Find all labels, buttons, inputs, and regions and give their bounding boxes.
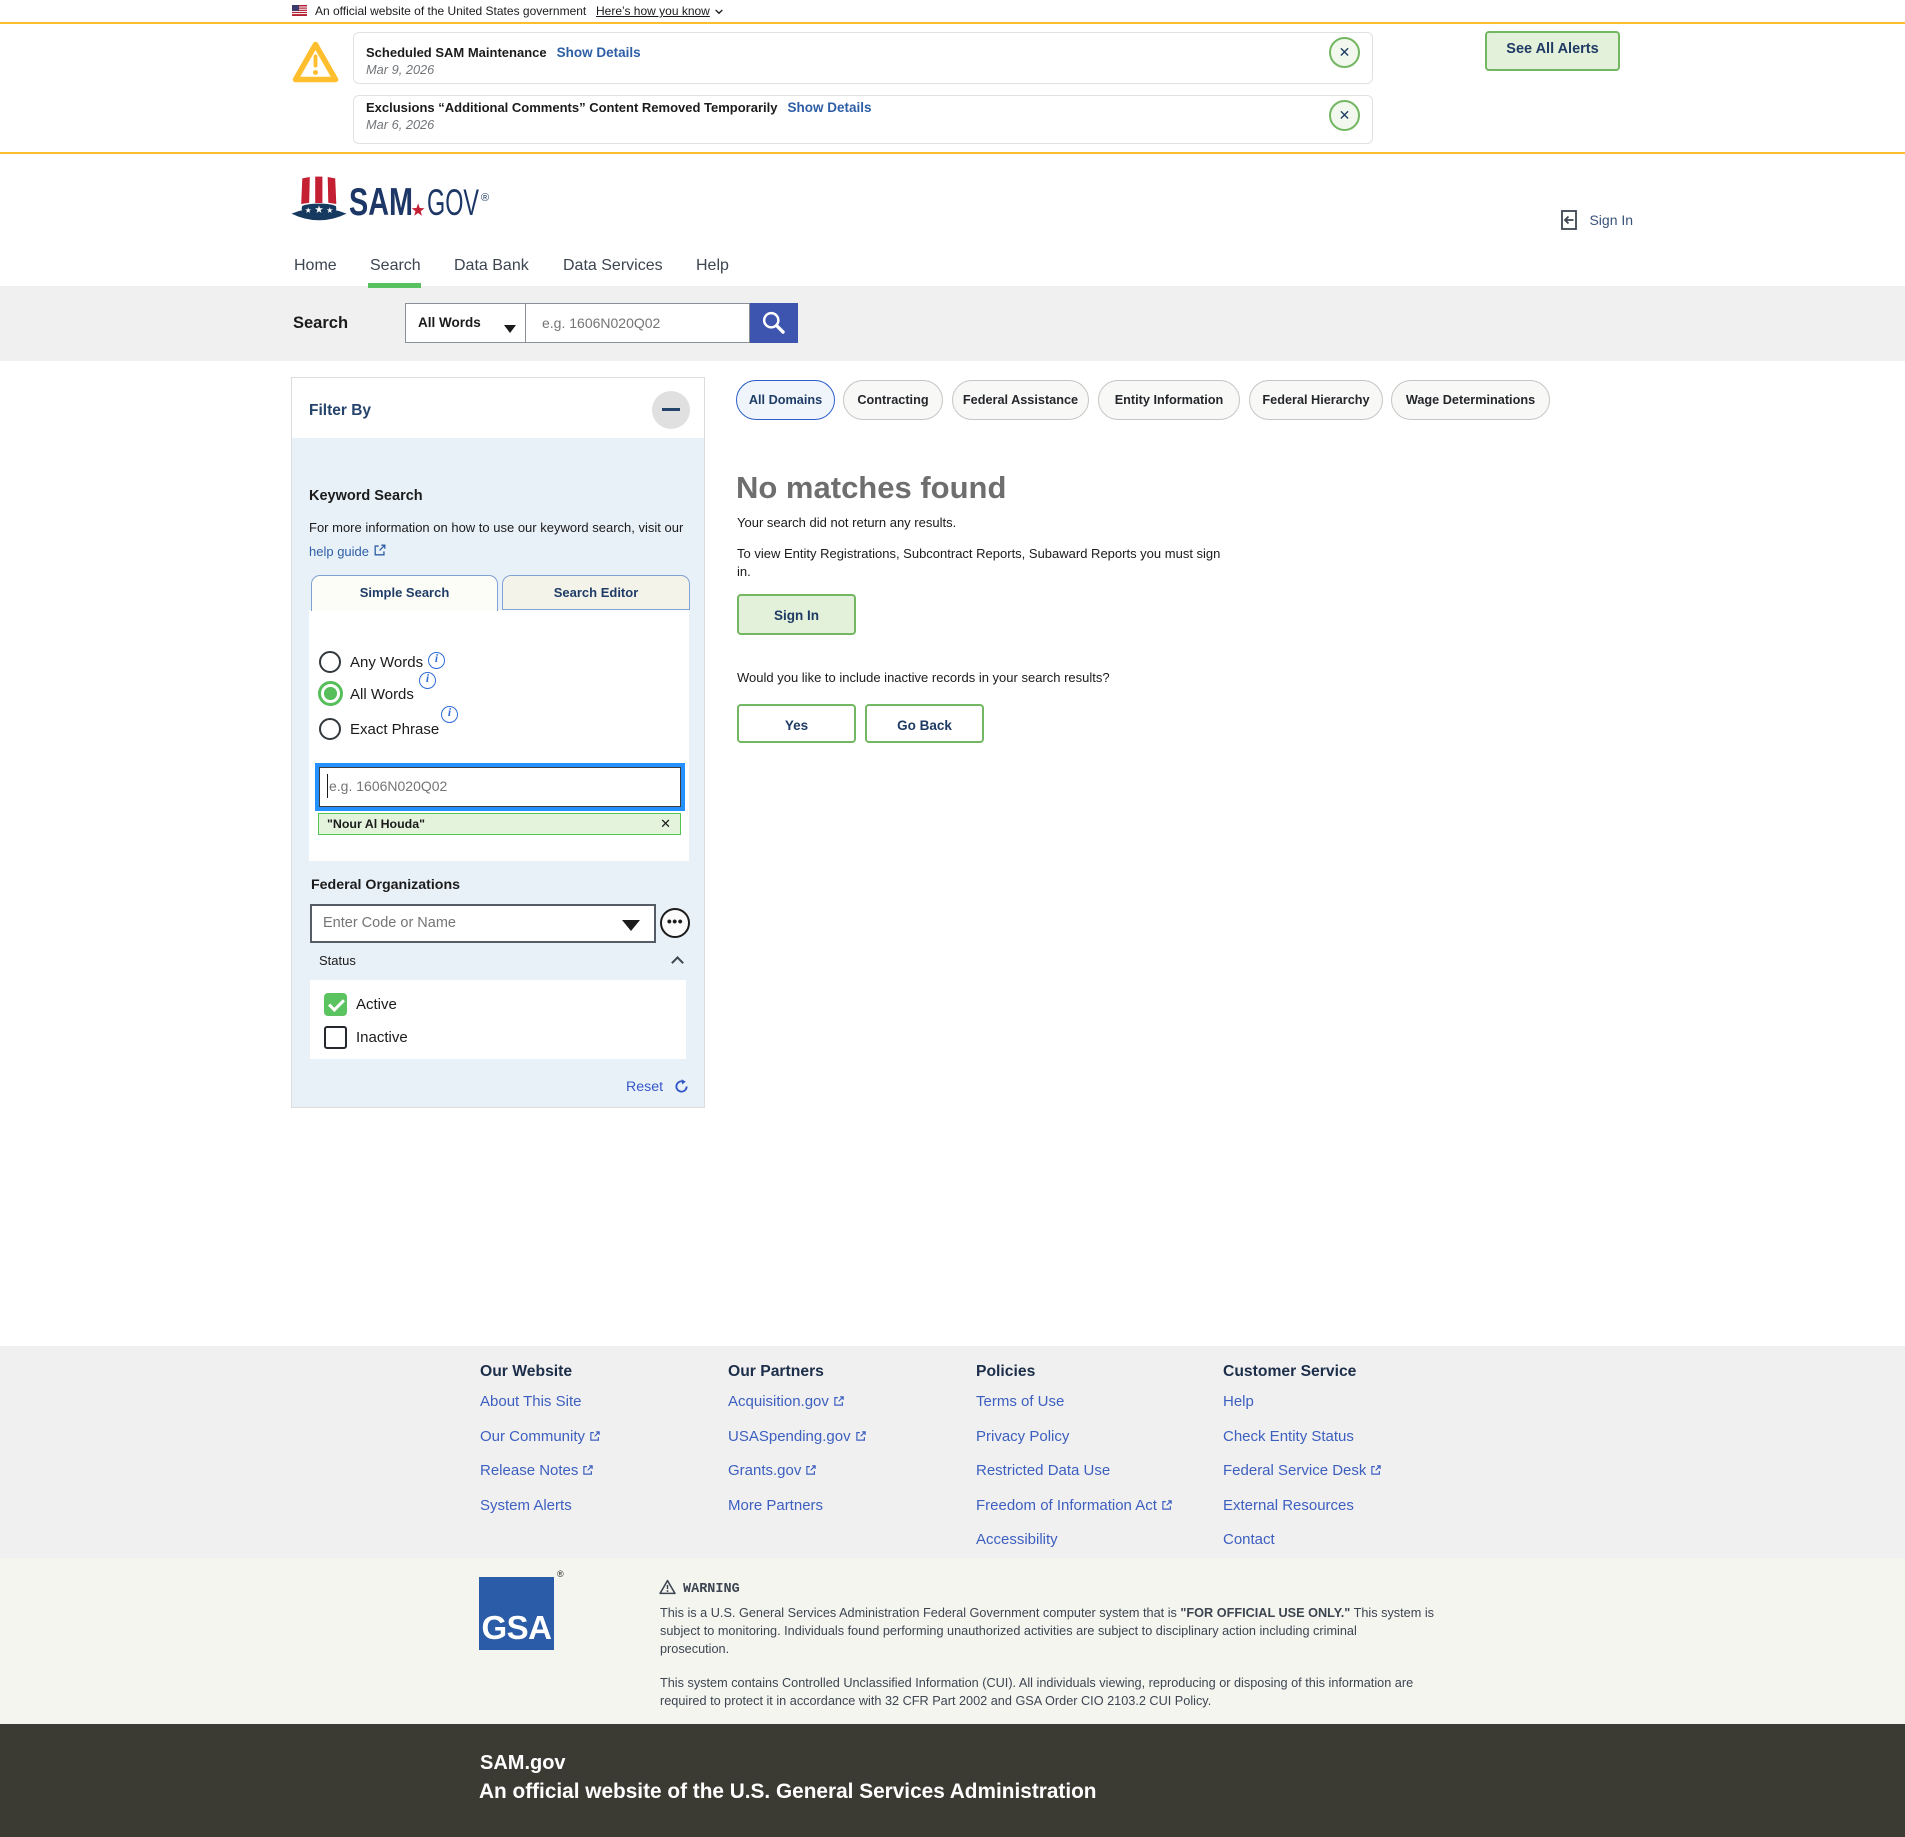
- svg-text:GOV: GOV: [427, 182, 479, 223]
- svg-text:®: ®: [481, 192, 489, 204]
- svg-text:SAM: SAM: [349, 181, 413, 224]
